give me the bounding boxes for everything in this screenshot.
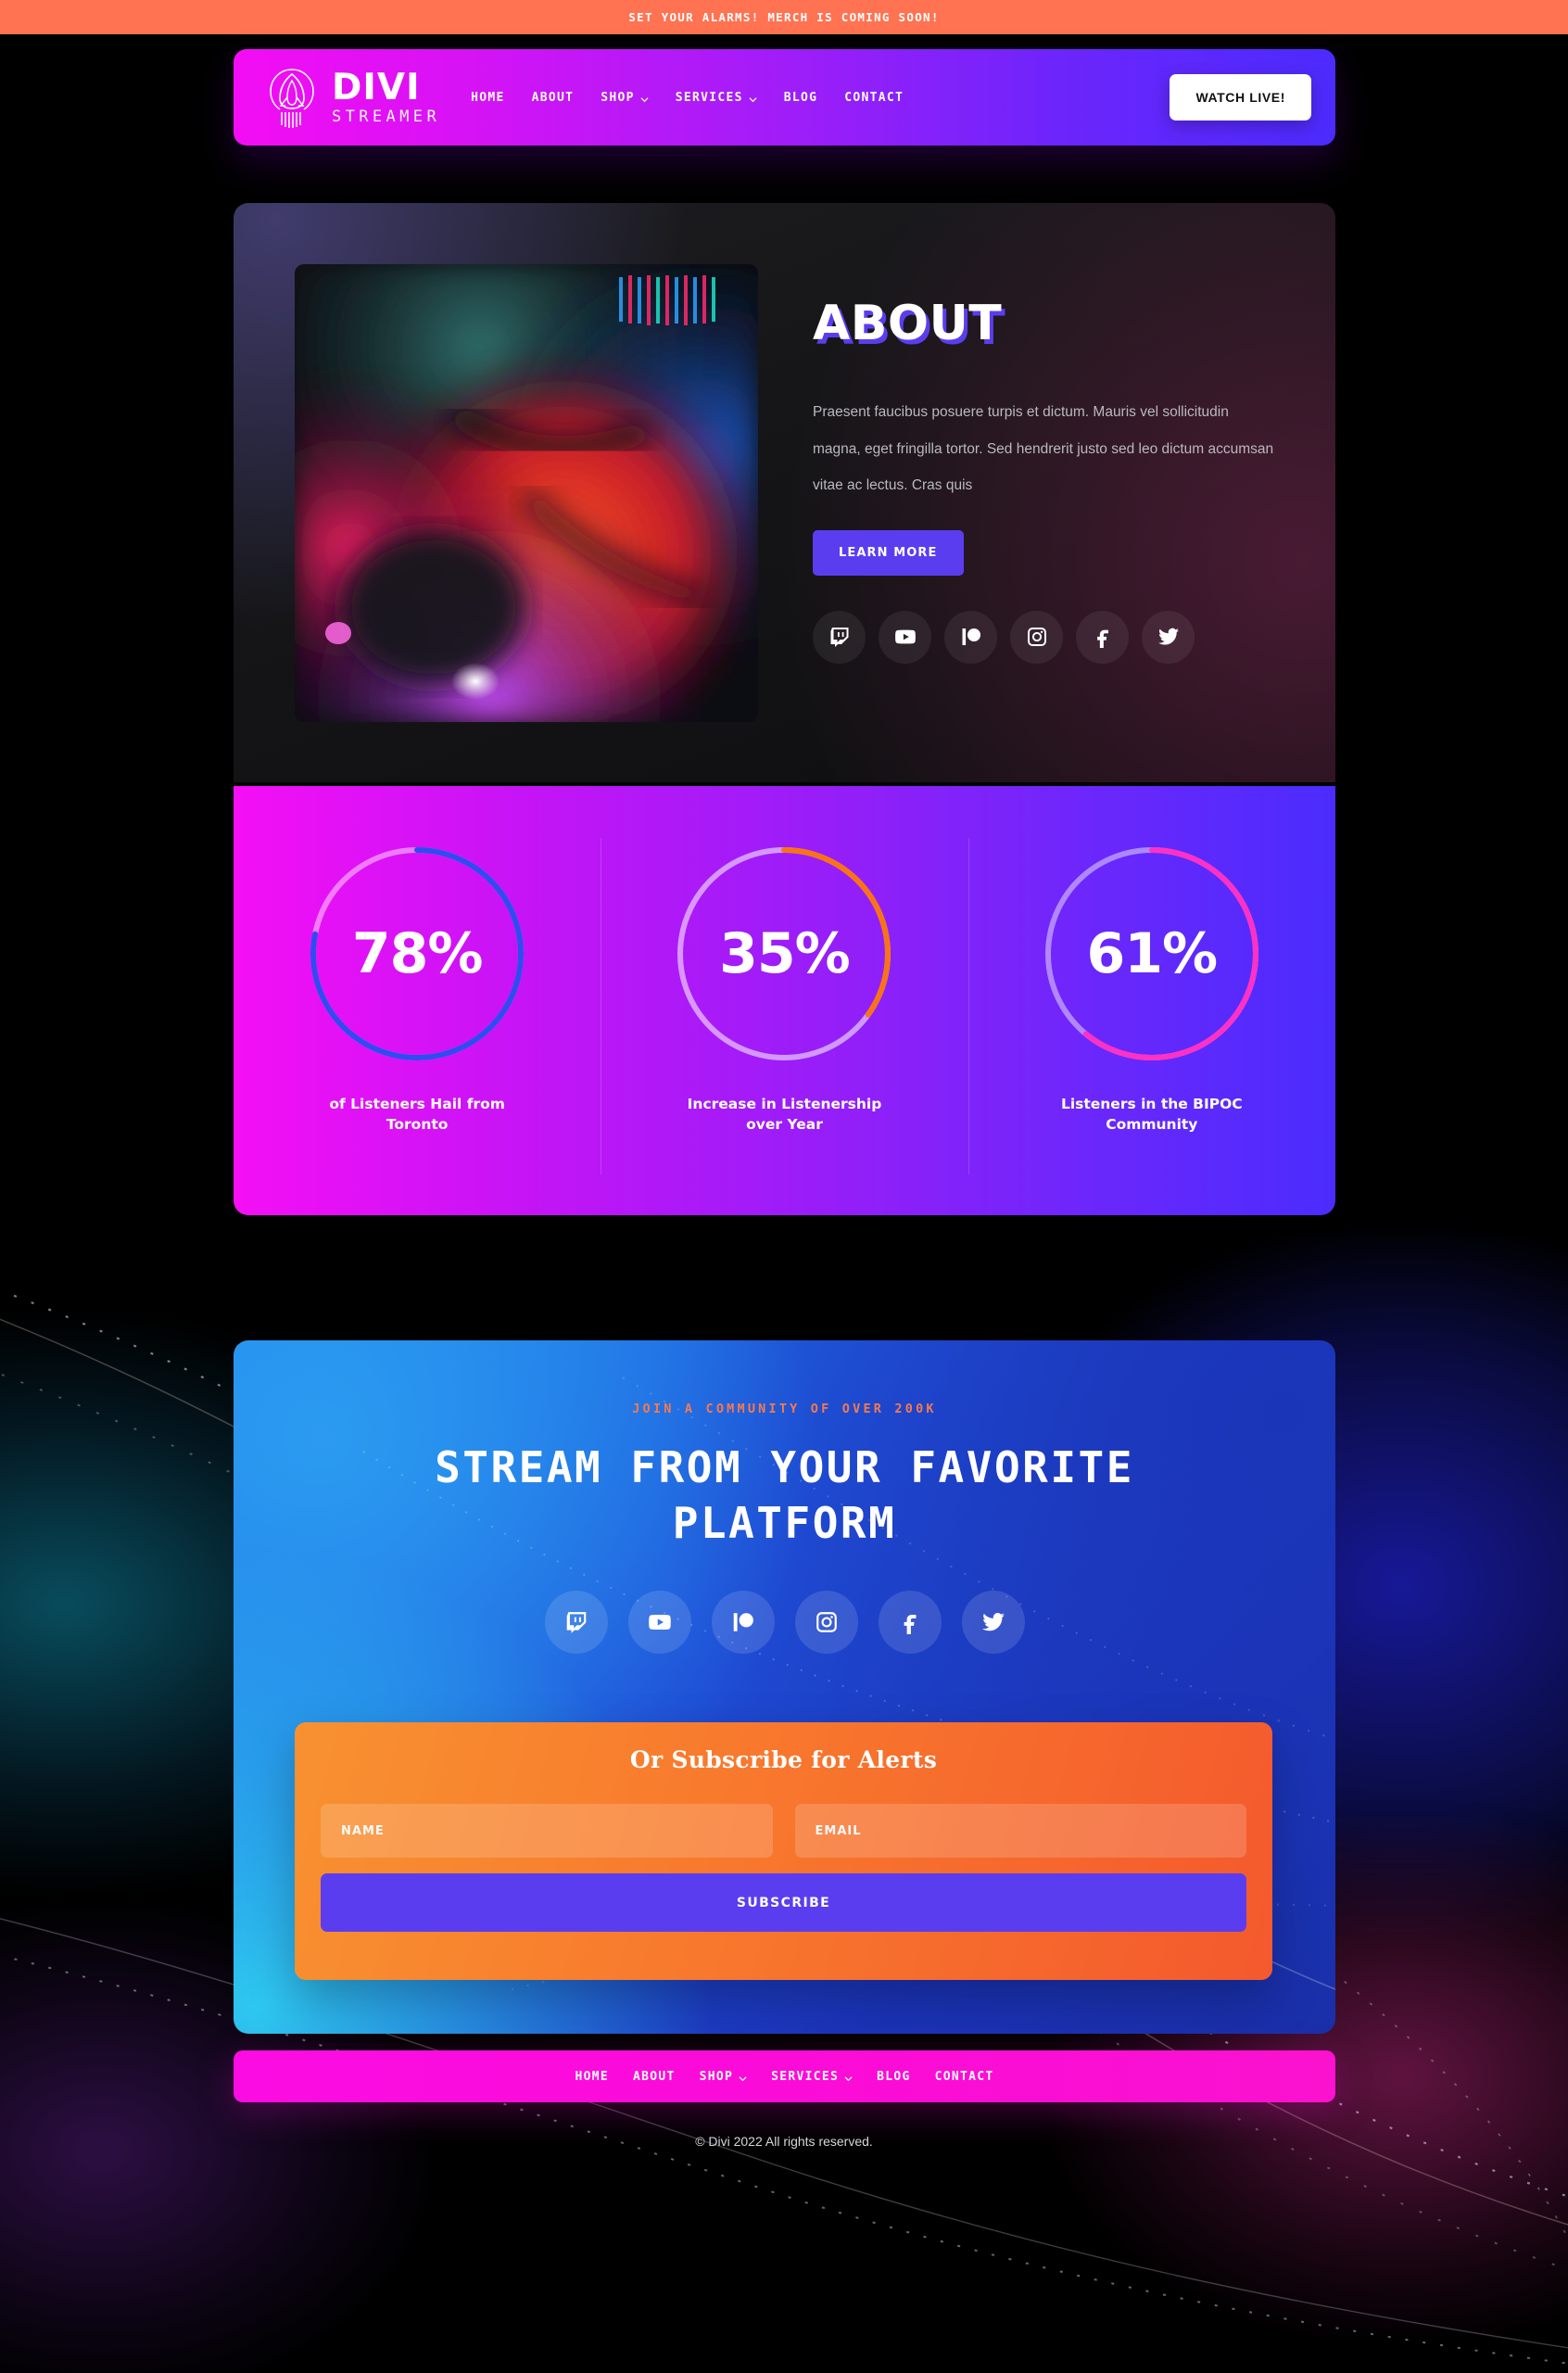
nav-label: SHOP <box>699 2069 734 2084</box>
footer-nav-item-blog[interactable]: BLOG <box>877 2070 911 2084</box>
stat-value: 61% <box>1086 921 1219 986</box>
nav-label: CONTACT <box>844 90 904 105</box>
nav-label: SHOP <box>601 90 635 105</box>
rocket-badge-icon <box>264 64 320 131</box>
stat-label: Listeners in the BIPOC Community <box>1060 1096 1243 1134</box>
stat-card: 61% Listeners in the BIPOC Community <box>967 838 1335 1174</box>
nav-label: BLOG <box>783 90 818 105</box>
about-image <box>295 264 758 722</box>
footer-nav: HOME ABOUT SHOP SERVICES BLOG CONTACT <box>234 2050 1335 2102</box>
nav-label: BLOG <box>877 2069 911 2084</box>
learn-more-button[interactable]: LEARN MORE <box>813 529 964 576</box>
logo[interactable]: DIVI STREAMER <box>264 64 440 131</box>
footer-nav-item-about[interactable]: ABOUT <box>633 2070 676 2084</box>
logo-brand: DIVI <box>332 67 421 108</box>
stats-section: 78% of Listeners Hail from Toronto 35% I… <box>234 786 1335 1215</box>
about-title: ABOUT <box>813 296 1003 351</box>
youtube-icon[interactable] <box>627 1590 691 1654</box>
subscribe-form: Or Subscribe for Alerts SUBSCRIBE <box>295 1722 1272 1980</box>
stat-label: of Listeners Hail from Toronto <box>329 1096 505 1134</box>
name-input[interactable] <box>321 1804 773 1858</box>
twitch-icon[interactable] <box>544 1590 608 1654</box>
nav-label: HOME <box>575 2069 609 2084</box>
logo-text: DIVI STREAMER <box>332 70 440 125</box>
about-paragraph: Praesent faucibus posuere turpis et dict… <box>813 404 1274 494</box>
youtube-icon[interactable] <box>879 610 931 664</box>
footer-nav-item-contact[interactable]: CONTACT <box>935 2070 994 2084</box>
twitch-icon[interactable] <box>813 610 866 664</box>
chevron-down-icon <box>739 2073 747 2081</box>
nav-item-services[interactable]: SERVICES <box>676 91 757 105</box>
about-section: ABOUT Praesent faucibus posuere turpis e… <box>234 203 1335 782</box>
nav-item-blog[interactable]: BLOG <box>784 91 818 105</box>
instagram-icon[interactable] <box>794 1590 858 1654</box>
facebook-icon[interactable] <box>878 1590 942 1654</box>
site-header: DIVI STREAMER HOME ABOUT SHOP SERVICES B… <box>234 49 1335 146</box>
cta-eyebrow: JOIN A COMMUNITY OF OVER 200K <box>632 1402 937 1416</box>
watch-live-button[interactable]: WATCH LIVE! <box>1170 74 1311 121</box>
primary-nav: HOME ABOUT SHOP SERVICES BLOG CONTACT <box>471 91 904 105</box>
subscribe-title: Or Subscribe for Alerts <box>629 1746 938 1773</box>
twitter-icon[interactable] <box>1142 610 1195 664</box>
logo-tagline: STREAMER <box>332 108 441 126</box>
patreon-icon[interactable] <box>711 1590 775 1654</box>
footer-nav-item-services[interactable]: SERVICES <box>771 2070 853 2084</box>
announcement-text: SET YOUR ALARMS! MERCH IS COMING SOON! <box>628 10 940 24</box>
announcement-bar: SET YOUR ALARMS! MERCH IS COMING SOON! <box>0 0 1568 34</box>
chevron-down-icon <box>749 94 757 102</box>
nav-item-shop[interactable]: SHOP <box>601 91 649 105</box>
stat-card: 35% Increase in Listenership over Year <box>601 838 967 1174</box>
twitter-icon[interactable] <box>961 1590 1025 1654</box>
chevron-down-icon <box>640 94 649 102</box>
progress-ring: 78% <box>301 838 533 1070</box>
nav-item-contact[interactable]: CONTACT <box>844 91 904 105</box>
facebook-icon[interactable] <box>1076 610 1129 664</box>
stat-card: 78% of Listeners Hail from Toronto <box>234 838 601 1174</box>
subscribe-fields <box>321 1804 1246 1858</box>
footer-nav-item-home[interactable]: HOME <box>575 2070 609 2084</box>
instagram-icon[interactable] <box>1010 610 1063 664</box>
stat-value: 78% <box>351 921 484 986</box>
footer-nav-item-shop[interactable]: SHOP <box>700 2070 748 2084</box>
nav-item-home[interactable]: HOME <box>471 91 505 105</box>
nav-label: CONTACT <box>934 2069 994 2084</box>
patreon-icon[interactable] <box>944 610 997 664</box>
subscribe-button[interactable]: SUBSCRIBE <box>321 1873 1246 1932</box>
email-input[interactable] <box>794 1804 1246 1858</box>
progress-ring: 61% <box>1036 838 1268 1070</box>
about-content: ABOUT Praesent faucibus posuere turpis e… <box>813 296 1285 664</box>
nav-item-about[interactable]: ABOUT <box>532 91 575 105</box>
nav-label: SERVICES <box>771 2069 840 2084</box>
progress-ring: 35% <box>668 838 900 1070</box>
platform-links <box>234 1590 1335 1654</box>
nav-label: HOME <box>471 90 505 105</box>
about-social-links <box>813 610 1285 664</box>
chevron-down-icon <box>844 2073 853 2081</box>
nav-label: SERVICES <box>675 90 743 105</box>
stat-label: Increase in Listenership over Year <box>687 1096 882 1134</box>
nav-label: ABOUT <box>531 90 575 105</box>
nav-label: ABOUT <box>632 2069 676 2084</box>
page-root: SET YOUR ALARMS! MERCH IS COMING SOON! D… <box>0 0 1568 2373</box>
cta-title: STREAM FROM YOUR FAVORITE PLATFORM <box>435 1442 1134 1548</box>
stat-value: 35% <box>719 921 851 986</box>
copyright-text: © Divi 2022 All rights reserved. <box>695 2134 873 2149</box>
